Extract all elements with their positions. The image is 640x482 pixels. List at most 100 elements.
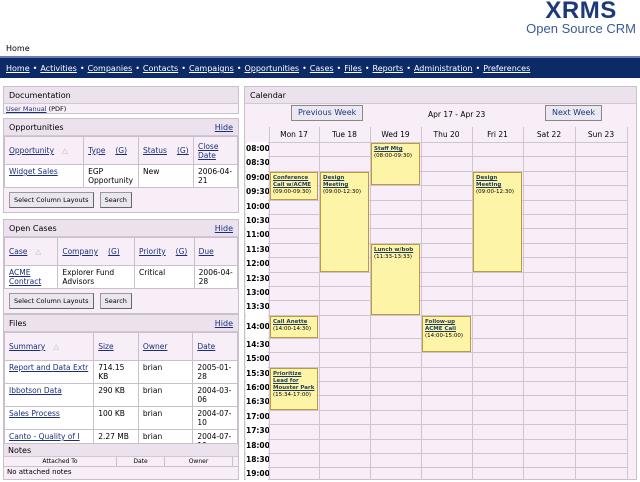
nav-home[interactable]: Home bbox=[6, 64, 30, 73]
event-title-link[interactable]: Follow-up ACME Call bbox=[425, 319, 456, 332]
nav-cases[interactable]: Cases bbox=[310, 64, 334, 73]
event-title-link[interactable]: Lunch w/bob bbox=[374, 247, 413, 253]
nav-activities[interactable]: Activities bbox=[40, 64, 77, 73]
nav-files[interactable]: Files bbox=[344, 64, 362, 73]
cell-owner: brian bbox=[142, 409, 163, 418]
cell-date: 2005-01-28 bbox=[197, 363, 232, 381]
cell-date: 2004-07-10 bbox=[197, 409, 232, 427]
event-title-link[interactable]: Design Meeting bbox=[476, 175, 501, 188]
nav-preferences[interactable]: Preferences bbox=[483, 64, 530, 73]
sort-column-summary[interactable]: Summary bbox=[9, 342, 45, 351]
row-link[interactable]: ACME Contract bbox=[9, 268, 41, 286]
nav-contacts[interactable]: Contacts bbox=[143, 64, 178, 73]
sort-column-type[interactable]: Type bbox=[88, 146, 105, 155]
hide-link[interactable]: Hide bbox=[215, 319, 233, 328]
time-label: 09:30 bbox=[246, 185, 270, 200]
event-title-link[interactable]: Call Anette bbox=[273, 319, 307, 325]
sort-column-due[interactable]: Due bbox=[199, 247, 214, 256]
sort-column-case[interactable]: Case bbox=[9, 247, 27, 256]
hide-link[interactable]: Hide bbox=[215, 224, 233, 233]
next-week-button[interactable]: Next Week bbox=[545, 105, 603, 121]
table-row: ACME Contract Explorer Fund Advisors Criti… bbox=[3, 265, 239, 289]
row-link[interactable]: Report and Data Extr bbox=[9, 363, 88, 372]
calendar-event[interactable]: Follow-up ACME Call (14:00-15:00) bbox=[422, 315, 471, 353]
time-label: 17:30 bbox=[246, 424, 270, 439]
calendar-event[interactable]: Lunch w/bob (11:33-13:33) bbox=[371, 243, 420, 315]
panel-title: Opportunities bbox=[9, 123, 64, 132]
time-label: 17:00 bbox=[246, 409, 270, 425]
cell-owner: brian bbox=[142, 386, 163, 395]
nav-separator: • bbox=[135, 64, 140, 73]
calendar-event[interactable]: Design Meeting (09:00-12:30) bbox=[473, 171, 522, 272]
time-label: 10:30 bbox=[246, 214, 270, 229]
time-label: 12:00 bbox=[246, 257, 270, 272]
calendar-event[interactable]: Prioritize Lead for Mouster Park (15:34-1… bbox=[270, 367, 318, 410]
nav-separator: • bbox=[406, 64, 411, 73]
time-row bbox=[244, 438, 627, 453]
cell-due: 2006-04-28 bbox=[198, 268, 233, 286]
time-label: 14:30 bbox=[246, 337, 270, 353]
sort-ascending-icon: △ bbox=[62, 146, 68, 155]
event-time: (14:00-15:00) bbox=[425, 332, 463, 339]
time-label: 18:00 bbox=[246, 438, 270, 453]
row-link[interactable]: Widget Sales bbox=[9, 167, 58, 176]
group-toggle[interactable]: (G) bbox=[115, 146, 127, 155]
nav-separator: • bbox=[475, 64, 481, 73]
nav-companies[interactable]: Companies bbox=[88, 64, 133, 73]
time-row bbox=[244, 142, 627, 156]
hide-link[interactable]: Hide bbox=[215, 123, 233, 132]
group-toggle[interactable]: (G) bbox=[176, 247, 188, 256]
row-link[interactable]: Canto - Quality of I bbox=[9, 432, 80, 441]
time-row bbox=[244, 214, 627, 228]
search-button[interactable]: Search bbox=[99, 293, 132, 309]
day-header: Tue 18 bbox=[332, 130, 357, 139]
time-label: 16:30 bbox=[246, 395, 270, 410]
event-time: (09:00-12:30) bbox=[476, 188, 514, 195]
nav-campaigns[interactable]: Campaigns bbox=[189, 64, 234, 73]
row-link[interactable]: Ibbotson Data bbox=[9, 386, 62, 395]
user-manual-link[interactable]: User Manual bbox=[6, 105, 47, 113]
group-toggle[interactable]: (G) bbox=[177, 146, 189, 155]
select-column-layouts-button[interactable]: Select Column Layouts bbox=[9, 192, 94, 208]
pdf-label: (PDF) bbox=[48, 105, 67, 113]
sort-column-size[interactable]: Size bbox=[98, 342, 113, 351]
event-title-link[interactable]: Design Meeting bbox=[323, 175, 348, 188]
notes-header-owner[interactable]: Owner bbox=[165, 457, 233, 466]
sort-column-status[interactable]: Status bbox=[143, 146, 167, 155]
calendar-event[interactable]: Call Anette (14:00-14:30) bbox=[270, 315, 318, 338]
calendar-event[interactable]: Design Meeting (09:00-12:30) bbox=[320, 171, 369, 272]
calendar-event[interactable]: Staff Mtg (08:00-09:30) bbox=[371, 143, 420, 186]
sort-column-company[interactable]: Company bbox=[62, 247, 98, 256]
cell-owner: brian bbox=[142, 363, 163, 372]
time-label: 18:30 bbox=[246, 453, 270, 468]
sort-column-date[interactable]: Date bbox=[197, 342, 215, 351]
select-column-layouts-button[interactable]: Select Column Layouts bbox=[9, 293, 94, 309]
previous-week-button[interactable]: Previous Week bbox=[291, 105, 364, 121]
cell-date: 2004-03-06 bbox=[197, 386, 232, 404]
day-header: Fri 21 bbox=[487, 130, 508, 139]
notes-header-attached[interactable]: Attached To bbox=[4, 457, 117, 466]
sort-column-owner[interactable]: Owner bbox=[143, 342, 168, 351]
nav-opportunities[interactable]: Opportunities bbox=[244, 64, 299, 73]
row-link[interactable]: Sales Process bbox=[9, 409, 60, 418]
search-button[interactable]: Search bbox=[99, 192, 132, 208]
sort-column-opportunity[interactable]: Opportunity bbox=[9, 146, 54, 155]
documentation-panel: Documentation User Manual (PDF) bbox=[3, 86, 239, 114]
calendar-event[interactable]: Conference Call w/ACME (09:00-09:30) bbox=[270, 171, 318, 200]
cell-size: 714.15 KB bbox=[98, 363, 125, 381]
group-toggle[interactable]: (G) bbox=[108, 247, 120, 256]
sort-column-close-date[interactable]: Close Date bbox=[198, 142, 218, 160]
event-title-link[interactable]: Conference Call w/ACME bbox=[273, 175, 311, 188]
notes-panel: Notes Attached To Date Owner No attached… bbox=[3, 443, 239, 480]
nav-administration[interactable]: Administration bbox=[414, 64, 473, 73]
notes-empty: No attached notes bbox=[7, 468, 72, 476]
event-title-link[interactable]: Staff Mtg bbox=[374, 146, 403, 152]
cell-company: Explorer Fund Advisors bbox=[62, 268, 115, 286]
event-title-link[interactable]: Prioritize Lead for Mouster Park bbox=[273, 371, 314, 391]
day-divider bbox=[575, 127, 576, 480]
notes-header-date[interactable]: Date bbox=[117, 457, 165, 466]
sort-column-priority[interactable]: Priority bbox=[139, 247, 166, 256]
nav-separator: • bbox=[336, 64, 342, 73]
time-label: 15:30 bbox=[246, 366, 270, 381]
nav-reports[interactable]: Reports bbox=[373, 64, 404, 73]
